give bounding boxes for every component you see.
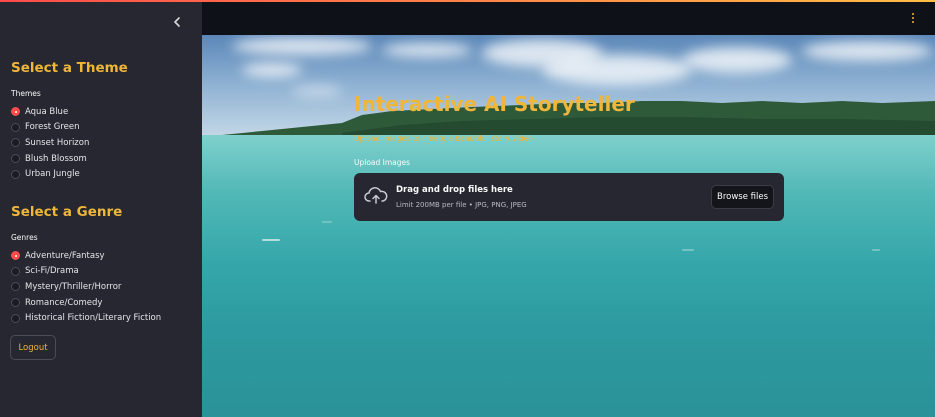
radio-button[interactable] xyxy=(11,138,20,148)
radio-button[interactable] xyxy=(11,298,20,308)
sidebar: Select a Theme Themes Aqua Blue Forest Gr… xyxy=(0,0,202,417)
genre-section-title: Select a Genre xyxy=(11,204,123,220)
genre-option[interactable]: Historical Fiction/Literary Fiction xyxy=(11,310,161,326)
genre-option[interactable]: Sci-Fi/Drama xyxy=(11,264,161,280)
collapse-sidebar-button[interactable] xyxy=(168,12,186,32)
theme-option[interactable]: Urban Jungle xyxy=(11,166,89,182)
genres-group-label: Genres xyxy=(11,233,38,242)
genre-option-label: Historical Fiction/Literary Fiction xyxy=(25,313,162,324)
top-header xyxy=(202,0,935,35)
theme-option[interactable]: Sunset Horizon xyxy=(11,135,89,151)
radio-button[interactable] xyxy=(11,169,20,179)
radio-button[interactable] xyxy=(11,313,20,323)
radio-button[interactable] xyxy=(11,266,20,276)
theme-option[interactable]: Blush Blossom xyxy=(11,151,89,167)
cloud-upload-icon xyxy=(364,187,388,204)
theme-option[interactable]: Aqua Blue xyxy=(11,104,89,120)
logout-button[interactable]: Logout xyxy=(10,335,56,360)
dropzone-instruction: Drag and drop files here xyxy=(396,185,513,195)
genre-option[interactable]: Mystery/Thriller/Horror xyxy=(11,279,161,295)
genre-option-label: Sci-Fi/Drama xyxy=(25,266,79,277)
themes-group-label: Themes xyxy=(11,89,41,98)
page-subtitle: Upload images to create a beautiful stor… xyxy=(354,134,533,143)
theme-section-title: Select a Theme xyxy=(11,60,128,76)
radio-button[interactable] xyxy=(11,282,20,292)
upload-images-label: Upload Images xyxy=(354,158,411,167)
radio-button[interactable] xyxy=(11,107,20,117)
genre-option-label: Romance/Comedy xyxy=(25,297,103,308)
theme-option-label: Blush Blossom xyxy=(25,153,87,164)
genre-option[interactable]: Romance/Comedy xyxy=(11,295,161,311)
theme-option-label: Aqua Blue xyxy=(25,106,69,117)
file-dropzone[interactable]: Drag and drop files here Limit 200MB per… xyxy=(354,173,784,221)
radio-button[interactable] xyxy=(11,154,20,164)
chevron-left-icon xyxy=(174,17,180,27)
theme-option-label: Sunset Horizon xyxy=(25,137,90,148)
top-accent-bar xyxy=(0,0,935,2)
theme-option-label: Urban Jungle xyxy=(25,169,80,180)
theme-option-label: Forest Green xyxy=(25,122,80,133)
genre-option-label: Adventure/Fantasy xyxy=(25,250,105,261)
theme-option[interactable]: Forest Green xyxy=(11,120,89,136)
genre-option-label: Mystery/Thriller/Horror xyxy=(25,281,122,292)
theme-radio-group: Aqua Blue Forest Green Sunset Horizon Blush… xyxy=(11,104,89,182)
browse-files-button[interactable]: Browse files xyxy=(711,185,774,209)
kebab-menu-icon[interactable] xyxy=(909,10,917,26)
radio-button[interactable] xyxy=(11,251,20,261)
genre-option[interactable]: Adventure/Fantasy xyxy=(11,248,161,264)
genre-radio-group: Adventure/Fantasy Sci-Fi/Drama Mystery/Thr… xyxy=(11,248,161,326)
page-title: Interactive AI Storyteller xyxy=(354,92,635,116)
dropzone-file-limit: Limit 200MB per file • JPG, PNG, JPEG xyxy=(396,201,527,209)
radio-button[interactable] xyxy=(11,122,20,132)
